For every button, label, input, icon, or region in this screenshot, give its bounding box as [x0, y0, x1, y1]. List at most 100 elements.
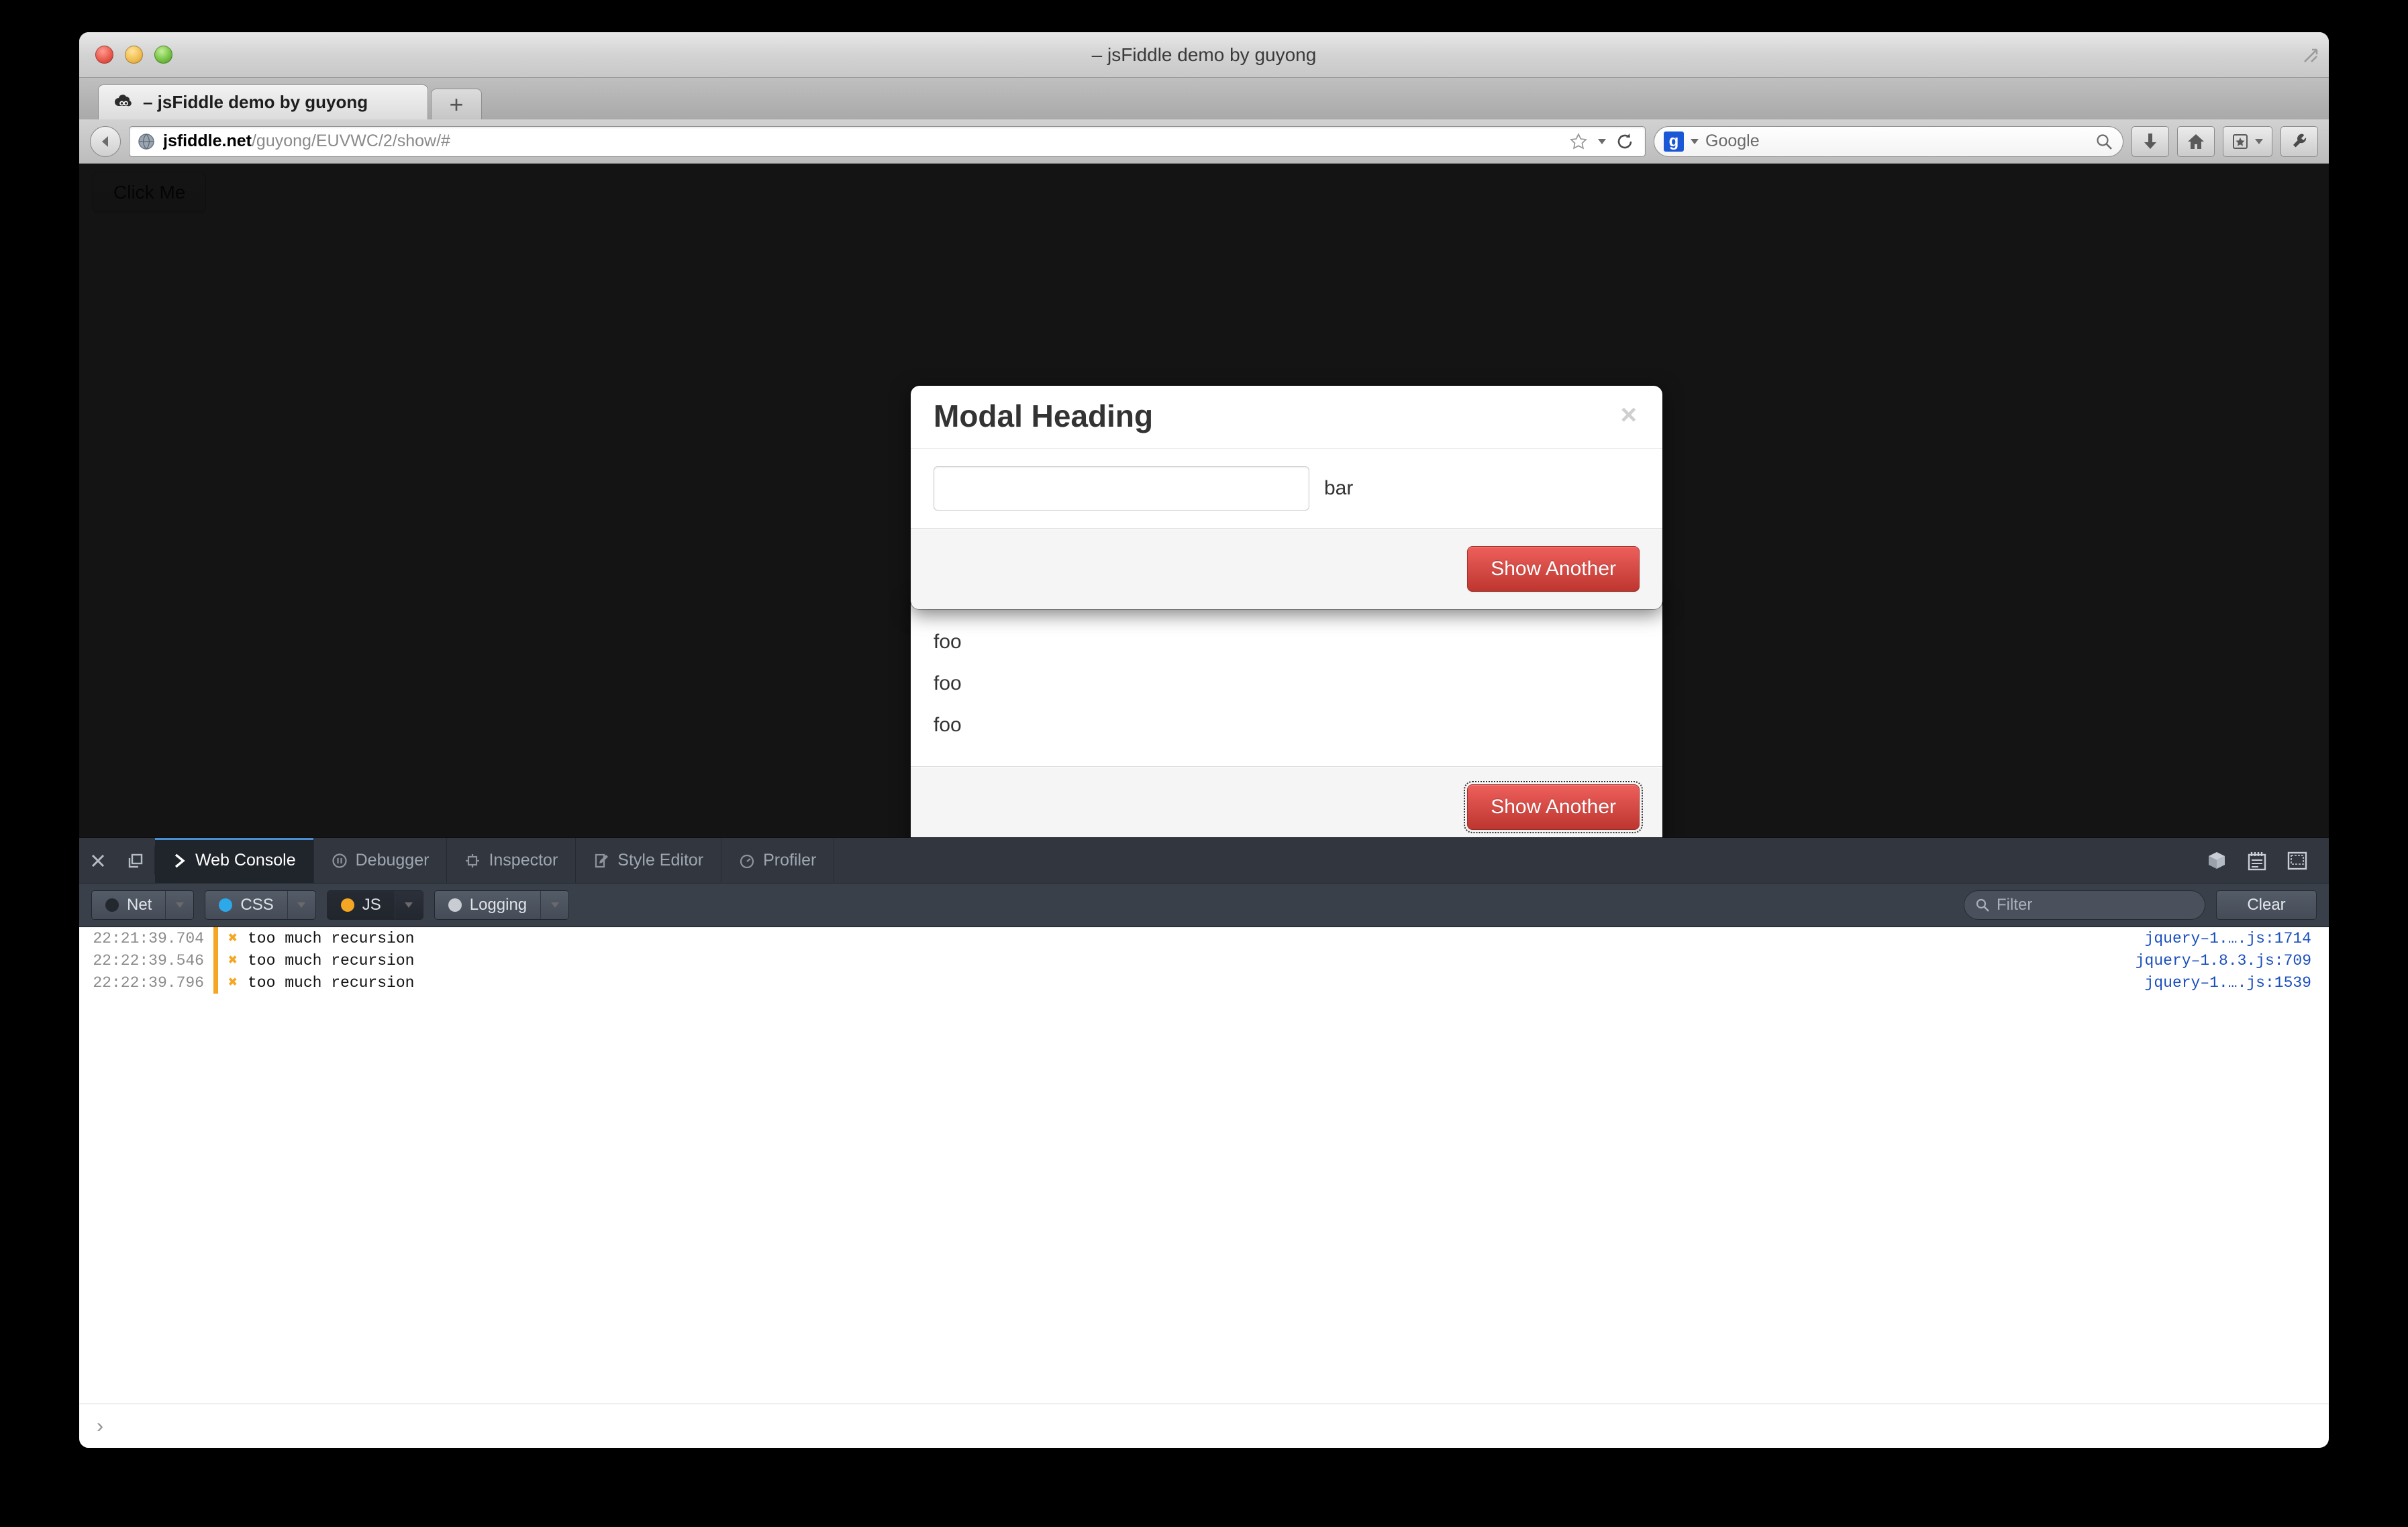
tab-web-console[interactable]: Web Console [155, 838, 314, 883]
filter-css-dropdown[interactable] [287, 891, 315, 919]
prompt-chevron-icon: › [97, 1414, 103, 1437]
log-timestamp: 22:22:39.796 [93, 973, 204, 992]
chevron-down-icon [175, 902, 184, 908]
new-tab-button[interactable]: + [431, 89, 482, 119]
developer-tools: Web Console Debugger Inspector Style Edi… [79, 837, 2329, 1448]
console-input-row[interactable]: › [79, 1404, 2329, 1448]
back-arrow-icon [102, 136, 108, 147]
tab-style-editor[interactable]: Style Editor [576, 838, 722, 883]
scratchpad-icon[interactable] [2246, 849, 2268, 872]
modal-footer: Show Another [911, 527, 1662, 609]
back-button[interactable] [90, 125, 121, 157]
tab-label: Web Console [195, 851, 296, 870]
filter-group-css[interactable]: CSS [205, 890, 316, 920]
devtools-tabbar: Web Console Debugger Inspector Style Edi… [79, 837, 2329, 883]
chevron-down-icon [297, 902, 306, 908]
new-tab-label: + [449, 90, 464, 118]
log-timestamp: 22:21:39.704 [93, 929, 204, 947]
filter-label: CSS [240, 896, 274, 914]
search-bar[interactable]: g Google [1654, 125, 2123, 157]
console-log-row[interactable]: 22:22:39.546 ✖ too much recursion jquery… [79, 949, 2329, 971]
error-severity-bar [213, 971, 218, 994]
window-title: – jsFiddle demo by guyong [1091, 44, 1317, 65]
resize-grip-icon[interactable] [2302, 47, 2319, 64]
tab-strip: – jsFiddle demo by guyong + [79, 78, 2329, 119]
filter-net-dropdown[interactable] [165, 891, 194, 919]
show-another-button[interactable]: Show Another [1467, 545, 1640, 592]
devtools-filter-toolbar: Net CSS JS Logging Filter Clear [79, 883, 2329, 927]
modal-dialog-secondary: foo foo foo Show Another [910, 596, 1663, 837]
undock-window-icon [128, 853, 143, 867]
wrench-icon [2293, 134, 2307, 147]
chevron-down-icon[interactable] [2255, 138, 2263, 144]
downloads-button[interactable] [2131, 125, 2169, 157]
navigation-toolbar: jsfiddle.net/guyong/EUVWC/2/show/# g Goo [79, 119, 2329, 164]
devtools-undock-button[interactable] [117, 838, 154, 883]
filter-group-js[interactable]: JS [326, 890, 423, 920]
clear-label: Clear [2247, 896, 2286, 914]
list-item: foo [934, 714, 962, 736]
log-source-link[interactable]: jquery–1.….js:1714 [2145, 930, 2329, 947]
filter-logging-button[interactable]: Logging [434, 891, 541, 919]
url-bar[interactable]: jsfiddle.net/guyong/EUVWC/2/show/# [129, 125, 1646, 157]
home-button[interactable] [2177, 125, 2215, 157]
log-message: too much recursion [248, 929, 415, 947]
magnifier-icon [1976, 898, 1989, 912]
console-log-row[interactable]: 22:21:39.704 ✖ too much recursion jquery… [79, 927, 2329, 949]
filter-placeholder: Filter [1997, 896, 2033, 914]
devtools-close-button[interactable] [79, 838, 117, 883]
filter-group-logging[interactable]: Logging [434, 890, 570, 920]
filter-js-button[interactable]: JS [327, 891, 395, 919]
desktop-background: – jsFiddle demo by guyong – jsFiddle dem… [0, 0, 2408, 1527]
inspect-box-icon [466, 853, 480, 867]
responsive-design-icon[interactable] [2286, 849, 2309, 872]
chevron-down-icon [550, 902, 559, 908]
filter-logging-dropdown[interactable] [540, 891, 569, 919]
log-timestamp: 22:22:39.546 [93, 951, 204, 969]
bar-input[interactable] [934, 466, 1309, 511]
error-x-icon: ✖ [228, 930, 238, 947]
css-dot-icon [219, 898, 233, 912]
pause-circle-icon [332, 853, 347, 868]
chevron-down-icon [405, 902, 413, 908]
modal-title: Modal Heading [934, 399, 1154, 433]
google-engine-icon[interactable]: g [1664, 131, 1684, 152]
tab-label: Debugger [355, 851, 430, 870]
search-input[interactable]: Google [1705, 131, 1760, 151]
filter-net-button[interactable]: Net [92, 891, 166, 919]
chevron-down-icon[interactable] [1691, 138, 1699, 144]
tab-debugger[interactable]: Debugger [314, 838, 448, 883]
browser-tab[interactable]: – jsFiddle demo by guyong [98, 85, 428, 119]
clear-console-button[interactable]: Clear [2216, 890, 2317, 920]
customize-button[interactable] [2280, 125, 2318, 157]
log-source-link[interactable]: jquery–1.….js:1539 [2145, 974, 2329, 992]
filter-input[interactable]: Filter [1964, 890, 2205, 920]
toolbox-cube-icon[interactable] [2205, 849, 2228, 872]
console-output[interactable]: 22:21:39.704 ✖ too much recursion jquery… [79, 927, 2329, 1404]
browser-window: – jsFiddle demo by guyong – jsFiddle dem… [79, 32, 2329, 1448]
net-dot-icon [105, 898, 119, 912]
reload-icon[interactable] [1615, 132, 1634, 151]
show-another-button[interactable]: Show Another [1464, 781, 1643, 833]
filter-css-button[interactable]: CSS [205, 891, 287, 919]
style-pen-icon [595, 853, 609, 867]
error-x-icon: ✖ [228, 974, 238, 992]
tab-inspector[interactable]: Inspector [447, 838, 576, 883]
filter-group-net[interactable]: Net [91, 890, 195, 920]
filter-js-dropdown[interactable] [394, 891, 423, 919]
chevron-down-icon[interactable] [1598, 138, 1606, 144]
star-icon[interactable] [1568, 131, 1589, 152]
modal-dialog-primary: Modal Heading × bar Show Another [910, 385, 1663, 610]
log-source-link[interactable]: jquery–1.8.3.js:709 [2136, 952, 2329, 969]
bookmarks-button[interactable] [2223, 125, 2272, 157]
close-icon[interactable]: × [1620, 399, 1640, 429]
download-arrow-icon [2144, 133, 2156, 149]
tab-profiler[interactable]: Profiler [721, 838, 835, 883]
modal-body: bar [911, 449, 1662, 528]
console-log-row[interactable]: 22:22:39.796 ✖ too much recursion jquery… [79, 971, 2329, 994]
page-viewport: Click Me foo foo foo Show Another [79, 164, 2329, 837]
bookmarks-star-icon [2233, 134, 2248, 149]
jsfiddle-icon [113, 94, 134, 111]
close-icon [91, 854, 105, 867]
stopwatch-icon [740, 854, 754, 868]
